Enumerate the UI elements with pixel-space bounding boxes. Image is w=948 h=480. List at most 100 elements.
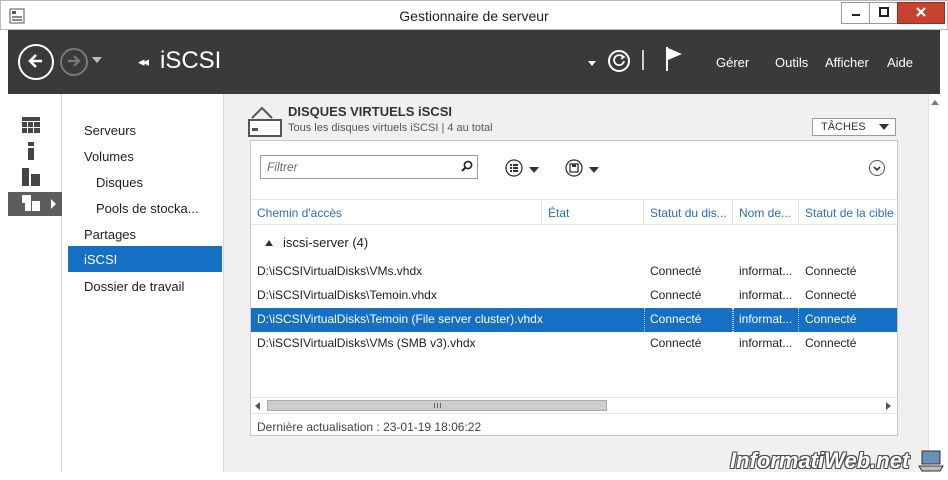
save-icon: [565, 159, 583, 180]
arrow-right-icon: [66, 53, 82, 72]
dashboard-nav[interactable]: [8, 114, 62, 138]
watermark-text: InformatiWeb.net: [730, 448, 910, 473]
left-icon-nav: [8, 94, 62, 472]
menu-manage[interactable]: Gérer: [716, 55, 749, 70]
menu-tools[interactable]: Outils: [775, 55, 808, 70]
section-title: DISQUES VIRTUELS iSCSI: [288, 104, 452, 119]
window-frame-left: [0, 30, 8, 472]
column-headers: Chemin d'accès État Statut du dis... Nom…: [251, 199, 897, 225]
last-refresh-status: Dernière actualisation : 23-01-19 18:06:…: [251, 413, 897, 435]
table-row[interactable]: D:\iSCSIVirtualDisks\VMs.vhdx Connecté i…: [251, 260, 897, 284]
file-storage-nav[interactable]: [8, 192, 62, 216]
header-separator: [642, 50, 644, 70]
cell-disk-status: Connecté: [650, 264, 702, 278]
breadcrumb-arrows[interactable]: ◂◂: [138, 54, 149, 70]
table-row[interactable]: D:\iSCSIVirtualDisks\Temoin.vhdx Connect…: [251, 284, 897, 308]
grip-icon: [433, 403, 441, 408]
back-button[interactable]: [18, 44, 54, 80]
scroll-left-icon[interactable]: [255, 402, 260, 410]
column-header-path[interactable]: Chemin d'accès: [251, 200, 542, 225]
close-icon: [915, 6, 927, 21]
horizontal-scrollbar[interactable]: [251, 397, 897, 413]
save-query-button[interactable]: [565, 159, 599, 180]
maximize-icon: [879, 6, 889, 20]
all-servers-nav[interactable]: [8, 166, 62, 190]
minimize-icon: [851, 6, 861, 20]
tasks-dropdown[interactable]: TÂCHES: [812, 118, 896, 136]
page-title: iSCSI: [160, 47, 222, 74]
scrollbar-thumb[interactable]: [267, 400, 607, 411]
file-storage-icon: [22, 194, 42, 214]
nav-item-volumes[interactable]: Volumes: [68, 143, 222, 169]
collapse-triangle-icon: [265, 239, 273, 246]
chevron-right-icon: [51, 199, 56, 209]
scroll-up-icon[interactable]: [931, 100, 939, 105]
chevron-down-icon: [589, 166, 599, 173]
column-header-name[interactable]: Nom de...: [733, 200, 799, 225]
notifications-flag-icon[interactable]: [664, 46, 684, 75]
cell-disk-status: Connecté: [650, 288, 702, 302]
local-server-nav[interactable]: [8, 140, 62, 164]
chevron-down-icon: [873, 161, 881, 175]
server-group-label: iscsi-server (4): [283, 235, 369, 250]
nav-item-iscsi[interactable]: iSCSI: [68, 246, 222, 272]
header-dropdown-icon[interactable]: [588, 61, 596, 66]
cell-target-status: Connecté: [805, 264, 857, 278]
info-icon: [22, 141, 40, 163]
content-area: DISQUES VIRTUELS iSCSI Tous les disques …: [224, 94, 940, 472]
window-title: Gestionnaire de serveur: [399, 8, 549, 24]
filter-input[interactable]: Filtrer: [260, 155, 478, 179]
cell-target-status: Connecté: [805, 336, 857, 350]
server-group-header[interactable]: iscsi-server (4): [265, 235, 368, 250]
app-header: ◂◂ iSCSI Gérer Outils Afficher Aide: [8, 30, 940, 94]
nav-item-servers[interactable]: Serveurs: [68, 117, 222, 143]
list-options-icon: [505, 159, 523, 180]
cell-disk-status: Connecté: [650, 312, 702, 326]
title-bar: Gestionnaire de serveur: [0, 0, 948, 30]
cell-name: informat...: [739, 312, 793, 326]
expand-collapse-button[interactable]: [869, 160, 885, 176]
cell-name: informat...: [739, 336, 793, 350]
cell-name: informat...: [739, 264, 793, 278]
maximize-button[interactable]: [869, 2, 899, 24]
nav-item-disks[interactable]: Disques: [68, 169, 222, 195]
cell-target-status: Connecté: [805, 312, 857, 326]
chevron-down-icon: [879, 124, 889, 130]
close-button[interactable]: [897, 2, 945, 24]
forward-button[interactable]: [60, 48, 88, 76]
servers-icon: [22, 167, 40, 189]
column-header-state[interactable]: État: [542, 200, 644, 225]
virtual-disks-panel: Filtrer Chemin d'accès État Statut du di…: [250, 140, 898, 436]
virtual-disk-icon: [248, 106, 282, 141]
menu-help[interactable]: Aide: [887, 55, 913, 70]
scroll-right-icon[interactable]: [886, 402, 891, 410]
dashboard-grid-icon: [22, 116, 40, 136]
cell-name: informat...: [739, 288, 793, 302]
cell-path: D:\iSCSIVirtualDisks\VMs (SMB v3).vhdx: [257, 336, 476, 350]
table-row[interactable]: D:\iSCSIVirtualDisks\VMs (SMB v3).vhdx C…: [251, 332, 897, 356]
tasks-label: TÂCHES: [821, 121, 866, 133]
cell-path: D:\iSCSIVirtualDisks\Temoin.vhdx: [257, 288, 437, 302]
table-row-selected[interactable]: D:\iSCSIVirtualDisks\Temoin (File server…: [251, 308, 897, 332]
menu-view[interactable]: Afficher: [825, 55, 869, 70]
column-header-disk-status[interactable]: Statut du dis...: [644, 200, 733, 225]
vertical-scrollbar[interactable]: [928, 94, 940, 472]
window-frame-right: [940, 30, 948, 472]
column-header-target-status[interactable]: Statut de la cible: [799, 200, 897, 225]
refresh-button[interactable]: [608, 50, 630, 72]
arrow-left-icon: [26, 51, 46, 74]
file-storage-nav-list: Serveurs Volumes Disques Pools de stocka…: [64, 94, 224, 472]
cell-path: D:\iSCSIVirtualDisks\Temoin (File server…: [257, 312, 543, 326]
nav-item-work-folders[interactable]: Dossier de travail: [68, 273, 222, 299]
laptop-logo-icon: [918, 450, 944, 475]
view-options-button[interactable]: [505, 159, 539, 180]
history-dropdown-icon[interactable]: [92, 57, 102, 63]
refresh-icon: [612, 53, 626, 70]
nav-item-shares[interactable]: Partages: [68, 221, 222, 247]
minimize-button[interactable]: [841, 2, 871, 24]
nav-item-storage-pools[interactable]: Pools de stocka...: [68, 195, 222, 221]
cell-disk-status: Connecté: [650, 336, 702, 350]
search-icon[interactable]: [461, 160, 473, 175]
section-subtitle: Tous les disques virtuels iSCSI | 4 au t…: [288, 122, 493, 134]
chevron-down-icon: [529, 166, 539, 173]
